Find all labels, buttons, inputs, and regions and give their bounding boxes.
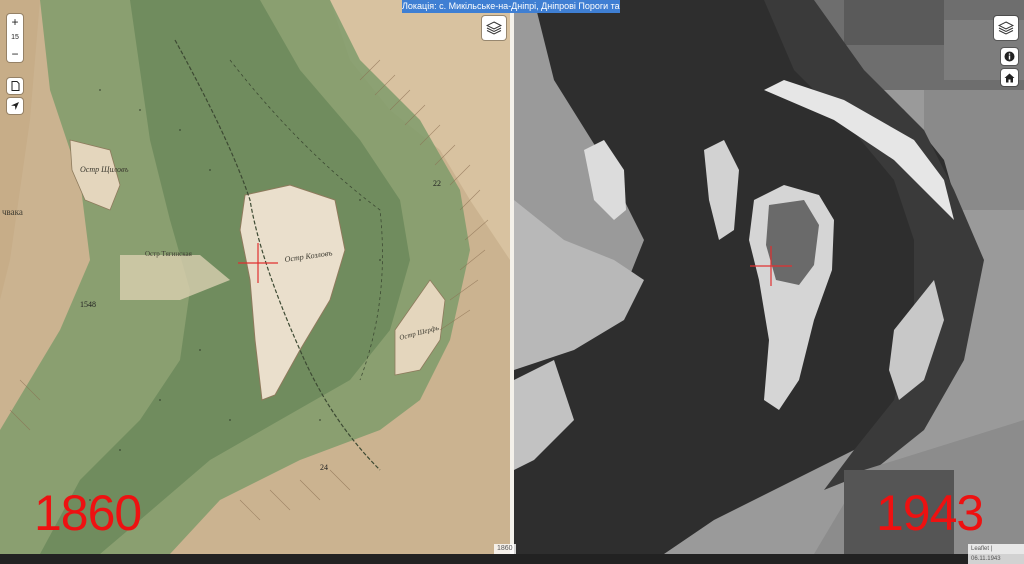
map-label: 22: [433, 179, 441, 188]
info-button[interactable]: [1001, 48, 1018, 65]
map-label: Остр Щиловъ: [80, 165, 129, 174]
left-map-pane[interactable]: Остр Щиловъ Остр Козловъ Остр Тягинская …: [0, 0, 510, 554]
zoom-control: + 15 −: [7, 14, 23, 62]
left-map-corner-label: 1860: [494, 544, 516, 554]
home-icon: [1004, 73, 1015, 82]
zoom-in-button[interactable]: +: [7, 14, 23, 30]
zoom-level: 15: [11, 34, 19, 41]
layers-button-right[interactable]: [994, 16, 1018, 40]
locate-arrow-icon: [11, 102, 19, 110]
layers-button-left[interactable]: [482, 16, 506, 40]
year-label-right: 1943: [876, 485, 984, 541]
map-label: 24: [320, 463, 328, 472]
home-button[interactable]: [1001, 69, 1018, 86]
aerial-photo-1943: [514, 0, 1024, 554]
zoom-out-button[interactable]: −: [7, 46, 23, 62]
historical-map-1860: Остр Щиловъ Остр Козловъ Остр Тягинская …: [0, 0, 510, 554]
location-title: Локація: с. Микільське-на-Дніпрі, Дніпро…: [402, 0, 620, 13]
right-map-pane[interactable]: 1943: [514, 0, 1024, 554]
year-label-left: 1860: [34, 485, 142, 541]
document-icon: [11, 81, 19, 91]
document-button[interactable]: [7, 78, 23, 94]
locate-button[interactable]: [7, 98, 23, 114]
layers-icon: [998, 21, 1014, 35]
info-icon: [1004, 51, 1015, 62]
map-label: 1548: [80, 300, 96, 309]
map-label: Остр Тягинская: [145, 250, 193, 258]
map-label: чвака: [2, 207, 23, 217]
layers-icon: [486, 21, 502, 35]
attribution[interactable]: Leaflet | 06.11.1943: [968, 544, 1024, 564]
